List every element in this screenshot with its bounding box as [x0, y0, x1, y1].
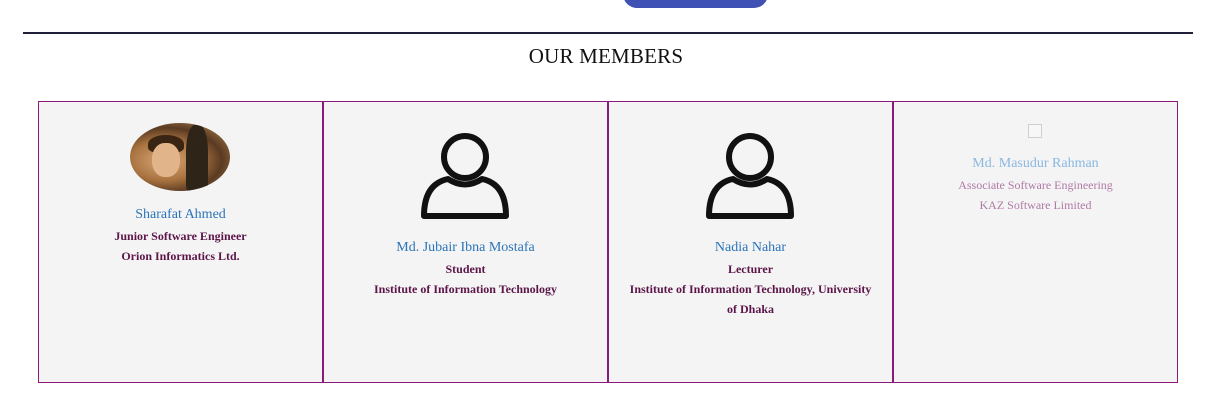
member-avatar-photo	[130, 123, 230, 191]
member-name[interactable]: Md. Masudur Rahman	[894, 155, 1177, 173]
member-name[interactable]: Sharafat Ahmed	[39, 206, 322, 224]
member-card[interactable]: Sharafat Ahmed Junior Software Engineer …	[39, 102, 324, 382]
member-role: Junior Software Engineer	[114, 229, 247, 243]
member-organization: Orion Informatics Ltd.	[121, 249, 240, 263]
user-outline-icon	[421, 133, 509, 219]
member-role: Student	[445, 262, 486, 276]
member-role: Associate Software Engineering	[958, 178, 1113, 192]
member-name[interactable]: Nadia Nahar	[609, 239, 892, 257]
user-outline-icon	[706, 133, 794, 219]
member-card[interactable]: Md. Masudur Rahman Associate Software En…	[894, 102, 1177, 382]
member-card[interactable]: Md. Jubair Ibna Mostafa Student Institut…	[324, 102, 609, 382]
member-organization: Institute of Information Technology, Uni…	[629, 282, 872, 316]
member-organization: KAZ Software Limited	[979, 198, 1092, 212]
members-grid: Sharafat Ahmed Junior Software Engineer …	[38, 101, 1178, 383]
broken-image-icon	[1028, 124, 1042, 138]
divider	[23, 32, 1193, 34]
member-role: Lecturer	[727, 262, 774, 276]
member-organization: Institute of Information Technology	[373, 282, 558, 296]
section-title: OUR MEMBERS	[528, 44, 684, 68]
member-name[interactable]: Md. Jubair Ibna Mostafa	[324, 239, 607, 257]
top-nav-button[interactable]	[623, 0, 768, 8]
member-card[interactable]: Nadia Nahar Lecturer Institute of Inform…	[609, 102, 894, 382]
